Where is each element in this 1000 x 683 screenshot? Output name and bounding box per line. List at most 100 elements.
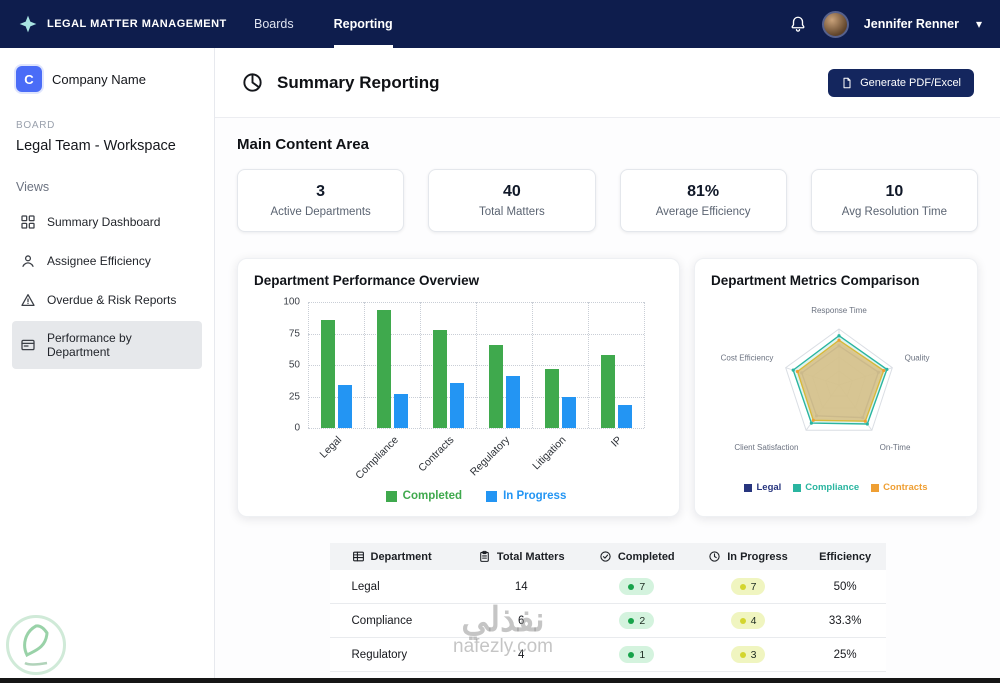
person-icon — [22, 255, 34, 267]
bar-completed-legal — [320, 319, 335, 428]
bar-chart-card: Department Performance Overview 100 75 50 2… — [237, 258, 680, 517]
bar-in-progress-legal — [337, 385, 352, 428]
bar-in-progress-ip — [617, 405, 632, 428]
nav-items: Boards Reporting — [254, 0, 393, 48]
completed-badge: 7 — [619, 578, 655, 595]
nav-item-boards[interactable]: Boards — [254, 0, 294, 48]
chevron-down-icon[interactable]: ▾ — [976, 17, 982, 31]
y-tick-label: 50 — [288, 359, 300, 371]
legend-item-in-progress[interactable]: In Progress — [486, 490, 566, 502]
stat-label: Total Matters — [478, 206, 545, 218]
notifications-button[interactable] — [789, 15, 807, 33]
table-header-row: Department Total Matters Completed In Progr… — [329, 543, 886, 570]
in-progress-badge: 7 — [730, 578, 766, 595]
bar-completed-compliance — [376, 309, 391, 428]
check-circle-icon — [600, 551, 611, 562]
bar-in-progress-compliance — [393, 393, 408, 428]
radar-legend-item-contracts[interactable]: Contracts — [871, 482, 928, 493]
legend-swatch — [793, 483, 802, 492]
card-icon — [21, 339, 35, 351]
legend-label: Completed — [402, 490, 463, 502]
company-row[interactable]: C Company Name — [12, 66, 202, 92]
company-avatar: C — [16, 66, 42, 92]
legend-label: In Progress — [503, 490, 567, 502]
performance-table: Department Total Matters Completed In Progr… — [329, 543, 886, 672]
bar-chart-x-labels: Legal Compliance Contracts Regulatory Litiga… — [308, 428, 644, 486]
cell-total-matters: 6 — [460, 603, 583, 638]
stat-value: 40 — [502, 183, 521, 200]
stat-value: 3 — [316, 183, 326, 200]
status-dot — [628, 617, 635, 624]
bar-group-regulatory — [476, 302, 532, 428]
radar-axis-label: Response Time — [811, 306, 867, 315]
y-tick-label: 0 — [294, 422, 300, 434]
board-section-label: BOARD — [16, 120, 56, 131]
completed-badge: 1 — [619, 646, 655, 663]
table-row-legal: Legal 14 7 7 50% — [329, 570, 886, 604]
bell-icon — [791, 16, 805, 32]
main-panel: Summary Reporting Generate PDF/Excel Mai… — [215, 48, 1000, 683]
legend-label: Compliance — [805, 482, 860, 493]
x-tick-label: Litigation — [530, 434, 569, 473]
stat-value: 81% — [687, 183, 720, 200]
cell-total-matters: 14 — [460, 570, 583, 604]
sidebar-item-label: Assignee Efficiency — [47, 254, 151, 268]
board-name[interactable]: Legal Team - Workspace — [12, 138, 202, 154]
user-name[interactable]: Jennifer Renner — [864, 17, 959, 31]
cell-department: Compliance — [329, 603, 461, 638]
column-header-department: Department — [329, 543, 461, 570]
status-dot — [628, 651, 635, 658]
nav-item-reporting[interactable]: Reporting — [333, 0, 393, 48]
bar-in-progress-regulatory — [505, 376, 520, 428]
gridline-v — [644, 302, 645, 428]
legend-item-completed[interactable]: Completed — [385, 490, 463, 502]
pie-chart-icon — [241, 71, 264, 94]
document-icon — [843, 77, 851, 88]
radar-chart-title: Department Metrics Comparison — [711, 273, 920, 288]
bar-in-progress-contracts — [449, 382, 464, 428]
sidebar-item-summary-dashboard[interactable]: Summary Dashboard — [12, 204, 202, 240]
generate-pdf-excel-button[interactable]: Generate PDF/Excel — [828, 68, 974, 97]
brand-title: LEGAL MATTER MANAGEMENT — [47, 18, 227, 30]
legend-label: Legal — [756, 482, 782, 493]
brand: LEGAL MATTER MANAGEMENT — [18, 0, 240, 48]
radar-legend-item-compliance[interactable]: Compliance — [793, 482, 859, 493]
legend-swatch — [385, 490, 397, 502]
bar-group-legal — [308, 302, 364, 428]
warning-icon — [21, 294, 35, 306]
bar-chart-legend: Completed In Progress — [308, 490, 644, 502]
y-tick-label: 25 — [288, 391, 300, 402]
in-progress-badge: 3 — [730, 646, 766, 663]
radar-axis-label: Client Satisfaction — [734, 443, 798, 452]
radar-chart-card: Department Metrics Comparison Response T… — [694, 258, 978, 517]
radar-legend-item-legal[interactable]: Legal — [744, 482, 781, 493]
views-section-label: Views — [16, 180, 50, 194]
section-title: Main Content Area — [237, 136, 369, 153]
performance-table-card: Department Total Matters Completed In Progr… — [329, 543, 886, 672]
bar-completed-ip — [600, 354, 615, 428]
sidebar: C Company Name BOARD Legal Team - Worksp… — [0, 48, 215, 683]
stat-card-avg-resolution-time: 10 Avg Resolution Time — [810, 169, 978, 232]
stat-card-active-departments: 3 Active Departments — [237, 169, 405, 232]
legend-swatch — [486, 490, 498, 502]
main-layout: C Company Name BOARD Legal Team - Worksp… — [0, 48, 1000, 683]
sidebar-item-assignee-efficiency[interactable]: Assignee Efficiency — [12, 243, 202, 279]
sidebar-item-performance-by-department[interactable]: Performance by Department — [12, 321, 202, 369]
cell-efficiency: 50% — [804, 570, 886, 604]
in-progress-badge: 4 — [730, 612, 766, 629]
status-dot — [739, 651, 746, 658]
bar-group-contracts — [420, 302, 476, 428]
nav-right: Jennifer Renner ▾ — [789, 0, 982, 48]
radar-axis-label: Quality — [905, 354, 930, 363]
stat-label: Active Departments — [270, 206, 371, 218]
radar-axis-label: Cost Efficiency — [721, 354, 774, 363]
user-avatar[interactable] — [821, 10, 849, 38]
bar-completed-contracts — [432, 329, 447, 428]
clock-icon — [709, 551, 720, 562]
stat-card-total-matters: 40 Total Matters — [428, 169, 596, 232]
column-header-completed: Completed — [582, 543, 692, 570]
stat-label: Avg Resolution Time — [841, 206, 947, 218]
sidebar-item-overdue-risk-reports[interactable]: Overdue & Risk Reports — [12, 282, 202, 318]
radar-chart: Response Time Quality On-Time Client Satisf… — [711, 288, 961, 502]
status-dot — [739, 617, 746, 624]
